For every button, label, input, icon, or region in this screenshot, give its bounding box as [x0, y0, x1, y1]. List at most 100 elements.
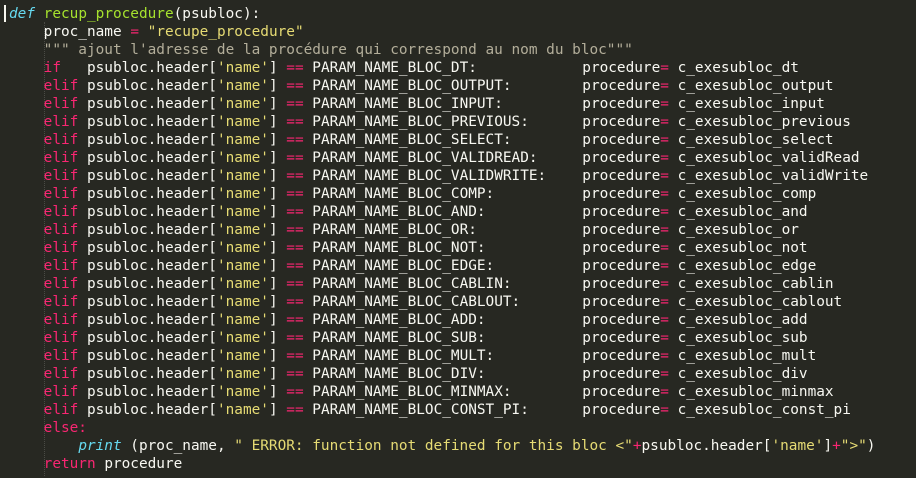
branch-proc-name: c_exesubloc_select: [677, 132, 834, 148]
code-line-branch: elif psubloc.header['name'] == PARAM_NAM…: [9, 95, 825, 113]
branch-target: procedure: [582, 132, 661, 148]
branch-keyword: elif: [43, 78, 79, 94]
branch-assign-op: =: [660, 366, 669, 382]
branch-param: PARAM_NAME_BLOC_INPUT:: [312, 96, 503, 112]
branch-keyword: elif: [43, 222, 79, 238]
branch-eq-op: ==: [286, 366, 304, 382]
branch-assign-op: =: [660, 150, 669, 166]
branch-keyword: elif: [43, 258, 79, 274]
branch-assign-op: =: [660, 186, 669, 202]
branch-key: 'name': [216, 132, 269, 148]
branch-param: PARAM_NAME_BLOC_ADD:: [312, 312, 486, 328]
code-line-branch: elif psubloc.header['name'] == PARAM_NAM…: [9, 149, 860, 167]
branch-eq-op: ==: [286, 204, 304, 220]
return-value: procedure: [104, 456, 183, 472]
branch-proc-name: c_exesubloc_output: [677, 78, 834, 94]
branch-eq-op: ==: [286, 114, 304, 130]
branch-subject: psubloc.header[: [86, 168, 217, 184]
branch-key: 'name': [216, 114, 269, 130]
def-keyword: def: [9, 6, 35, 22]
branch-param: PARAM_NAME_BLOC_PREVIOUS:: [312, 114, 529, 130]
branch-eq-op: ==: [286, 276, 304, 292]
print-args-open: (proc_name,: [121, 438, 235, 454]
branch-keyword: elif: [43, 312, 79, 328]
branch-eq-op: ==: [286, 168, 304, 184]
branch-key: 'name': [216, 294, 269, 310]
branch-keyword: elif: [43, 330, 79, 346]
branch-target: procedure: [582, 186, 661, 202]
branch-subject: psubloc.header[: [86, 204, 217, 220]
branch-key: 'name': [216, 258, 269, 274]
branch-proc-name: c_exesubloc_minmax: [677, 384, 834, 400]
branch-assign-op: =: [660, 240, 669, 256]
code-editor[interactable]: def recup_procedure(psubloc): proc_name …: [0, 0, 916, 478]
branch-param: PARAM_NAME_BLOC_CONST_PI:: [312, 402, 529, 418]
branch-close-bracket: ]: [268, 150, 278, 166]
branch-keyword: elif: [43, 240, 79, 256]
branch-keyword: elif: [43, 150, 79, 166]
code-line-branch: elif psubloc.header['name'] == PARAM_NAM…: [9, 131, 834, 149]
branch-param: PARAM_NAME_BLOC_CABLIN:: [312, 276, 512, 292]
branch-close-bracket: ]: [268, 276, 278, 292]
branch-assign-op: =: [660, 276, 669, 292]
print-message: " ERROR: function not defined for this b…: [234, 438, 633, 454]
branch-target: procedure: [582, 96, 661, 112]
branch-close-bracket: ]: [268, 60, 278, 76]
branch-key: 'name': [216, 222, 269, 238]
branch-assign-op: =: [660, 60, 669, 76]
branch-key: 'name': [216, 312, 269, 328]
branch-proc-name: c_exesubloc_or: [677, 222, 799, 238]
branch-target: procedure: [582, 312, 661, 328]
branch-proc-name: c_exesubloc_div: [677, 366, 808, 382]
branch-target: procedure: [582, 384, 661, 400]
branch-close-bracket: ]: [268, 366, 278, 382]
assign-lhs: proc_name: [43, 24, 122, 40]
branch-proc-name: c_exesubloc_validWrite: [677, 168, 869, 184]
code-line-branch: elif psubloc.header['name'] == PARAM_NAM…: [9, 113, 851, 131]
code-line-branch: elif psubloc.header['name'] == PARAM_NAM…: [9, 77, 834, 95]
branch-proc-name: c_exesubloc_validRead: [677, 150, 860, 166]
print-close-bracket: ]: [823, 438, 833, 454]
branch-eq-op: ==: [286, 402, 304, 418]
branch-param: PARAM_NAME_BLOC_NOT:: [312, 240, 486, 256]
code-line-branch: elif psubloc.header['name'] == PARAM_NAM…: [9, 365, 808, 383]
branch-key: 'name': [216, 96, 269, 112]
branch-keyword: elif: [43, 186, 79, 202]
branch-subject: psubloc.header[: [86, 384, 217, 400]
branch-assign-op: =: [660, 132, 669, 148]
branch-param: PARAM_NAME_BLOC_MINMAX:: [312, 384, 512, 400]
assign-op: =: [130, 24, 139, 40]
branch-close-bracket: ]: [268, 348, 278, 364]
branch-eq-op: ==: [286, 96, 304, 112]
branch-target: procedure: [582, 240, 661, 256]
else-keyword: else:: [43, 420, 87, 436]
code-line-branch: elif psubloc.header['name'] == PARAM_NAM…: [9, 311, 808, 329]
branch-key: 'name': [216, 402, 269, 418]
branch-key: 'name': [216, 60, 269, 76]
code-line-branch: elif psubloc.header['name'] == PARAM_NAM…: [9, 275, 834, 293]
branch-close-bracket: ]: [268, 240, 278, 256]
branch-assign-op: =: [660, 222, 669, 238]
code-line-branch: elif psubloc.header['name'] == PARAM_NAM…: [9, 239, 808, 257]
branch-close-bracket: ]: [268, 168, 278, 184]
branch-target: procedure: [582, 78, 661, 94]
branch-subject: psubloc.header[: [86, 330, 217, 346]
branch-proc-name: c_exesubloc_sub: [677, 330, 808, 346]
branch-key: 'name': [216, 204, 269, 220]
branch-keyword: elif: [43, 402, 79, 418]
code-line-branch: elif psubloc.header['name'] == PARAM_NAM…: [9, 185, 817, 203]
branch-param: PARAM_NAME_BLOC_VALIDREAD:: [312, 150, 538, 166]
branch-eq-op: ==: [286, 150, 304, 166]
branch-param: PARAM_NAME_BLOC_AND:: [312, 204, 486, 220]
branch-target: procedure: [582, 276, 661, 292]
branch-keyword: if: [43, 60, 79, 76]
branch-target: procedure: [582, 60, 661, 76]
branch-key: 'name': [216, 78, 269, 94]
branch-proc-name: c_exesubloc_and: [677, 204, 808, 220]
function-name: recup_procedure: [43, 6, 174, 22]
branch-proc-name: c_exesubloc_const_pi: [677, 402, 851, 418]
branch-subject: psubloc.header[: [86, 186, 217, 202]
branch-subject: psubloc.header[: [86, 402, 217, 418]
branch-subject: psubloc.header[: [86, 60, 217, 76]
branch-proc-name: c_exesubloc_previous: [677, 114, 851, 130]
